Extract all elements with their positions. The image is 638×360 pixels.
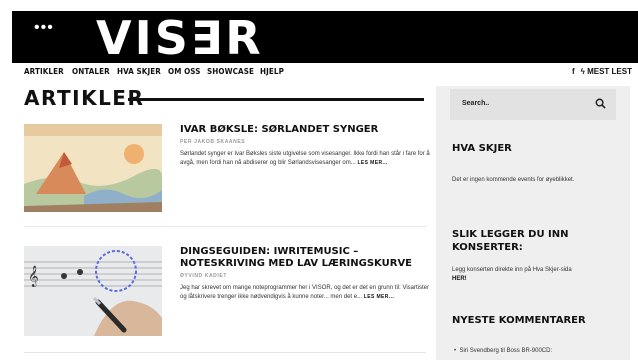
article-thumbnail[interactable] (24, 124, 162, 212)
hva-skjer-text: Det er ingen kommende events for øyeblik… (452, 177, 575, 183)
article-card: 𝄞 DINGSEGUIDEN: IWRITEMUSIC – NOTESKRIVI… (24, 246, 429, 340)
nav-item-showcase[interactable]: SHOWCASE (207, 67, 254, 76)
konserter-text-body: Legg konserten direkte inn på Hva Skjer-… (452, 267, 572, 273)
title-rule (128, 98, 424, 101)
nav-item-artikler[interactable]: ARTIKLER (24, 67, 64, 76)
sidebar: Search.. HVA SKJER Det er ingen kommende… (436, 86, 630, 360)
main-nav: ARTIKLER ONTALER HVA SKJER OM OSS SHOWCA… (24, 67, 632, 79)
hva-skjer-heading: HVA SKJER (452, 143, 512, 154)
comment-item[interactable]: • Siri Svendberg til Boss BR-900CD: (454, 348, 552, 354)
article-author[interactable]: ØYVIND KADIET (180, 273, 430, 279)
konserter-heading: SLIK LEGGER DU INN KONSERTER: (452, 229, 569, 253)
nav-item-hjelp[interactable]: HJELP (260, 67, 284, 76)
article-card: IVAR BØKSLE: SØRLANDET SYNGER PER JAKOB … (24, 124, 430, 216)
article-excerpt: Jeg har skrevet om mange noteprogrammer … (180, 284, 430, 302)
nav-item-om-oss[interactable]: OM OSS (168, 67, 201, 76)
nav-right: f ϟ MEST LEST (572, 67, 632, 76)
article-divider (24, 226, 426, 227)
svg-text:𝄞: 𝄞 (28, 266, 39, 287)
article-author[interactable]: PER JAKOB SKAANES (180, 139, 430, 145)
article-excerpt: Sørlandet synger er Ivar Bøksles siste u… (180, 150, 430, 168)
album-cover-image (24, 124, 162, 212)
most-read-link[interactable]: ϟ MEST LEST (581, 67, 632, 76)
facebook-icon[interactable]: f (572, 67, 575, 76)
site-logo[interactable]: VIS∃R (96, 13, 264, 63)
menu-icon[interactable]: ••• (34, 20, 54, 36)
nav-item-hva-skjer[interactable]: HVA SKJER (117, 67, 161, 76)
page-title: ARTIKLER (24, 86, 145, 110)
notation-photo-image: 𝄞 (24, 246, 162, 336)
comment-item-text[interactable]: Siri Svendberg til Boss BR-900CD: (459, 348, 552, 354)
search-icon[interactable] (595, 98, 606, 109)
nav-item-ontaler[interactable]: ONTALER (72, 67, 110, 76)
article-divider (24, 352, 426, 353)
article-body: IVAR BØKSLE: SØRLANDET SYNGER PER JAKOB … (180, 124, 430, 168)
article-excerpt-text: Sørlandet synger er Ivar Bøksles siste u… (180, 151, 430, 166)
search-box[interactable]: Search.. (450, 89, 616, 120)
konserter-link[interactable]: HER! (452, 276, 467, 282)
article-body: DINGSEGUIDEN: IWRITEMUSIC – NOTESKRIVING… (180, 246, 430, 302)
site-header: ••• VIS∃R (12, 11, 638, 63)
read-more-link[interactable]: LES MER... (364, 294, 394, 300)
search-input[interactable]: Search.. (462, 100, 489, 107)
article-title[interactable]: DINGSEGUIDEN: IWRITEMUSIC – NOTESKRIVING… (180, 246, 430, 270)
konserter-text: Legg konserten direkte inn på Hva Skjer-… (452, 266, 622, 284)
article-thumbnail[interactable]: 𝄞 (24, 246, 162, 336)
article-title[interactable]: IVAR BØKSLE: SØRLANDET SYNGER (180, 124, 430, 136)
kommentarer-heading: NYESTE KOMMENTARER (452, 315, 586, 326)
read-more-link[interactable]: LES MER... (357, 160, 387, 166)
